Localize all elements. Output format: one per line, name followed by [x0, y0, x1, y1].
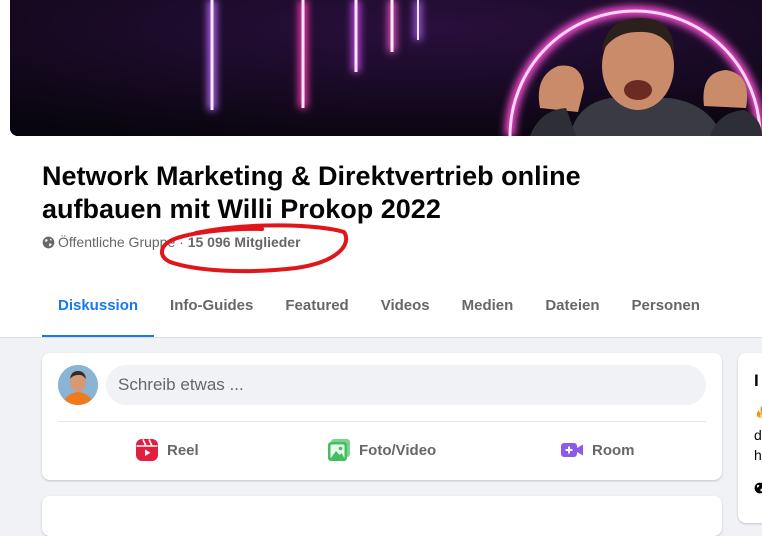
tab-personen[interactable]: Personen [616, 286, 716, 338]
cover-photo[interactable] [10, 0, 762, 136]
about-line: d [754, 427, 762, 443]
reel-icon [135, 438, 159, 462]
room-label: Room [592, 441, 635, 459]
tab-videos[interactable]: Videos [365, 286, 446, 338]
globe-icon [754, 481, 762, 497]
tab-dateien[interactable]: Dateien [529, 286, 615, 338]
fire-icon [754, 405, 762, 424]
about-line: h [754, 447, 762, 463]
tab-featured[interactable]: Featured [269, 286, 364, 338]
post-composer: Schreib etwas ... Reel Foto/Video Room [42, 353, 722, 480]
feed-card [42, 496, 722, 536]
reel-label: Reel [167, 441, 199, 459]
composer-divider [58, 421, 706, 422]
reel-button[interactable]: Reel [135, 433, 199, 467]
room-button[interactable]: Room [560, 433, 635, 467]
photo-video-label: Foto/Video [359, 441, 437, 459]
about-title: I [754, 371, 759, 390]
photo-video-icon [327, 438, 351, 462]
avatar[interactable] [58, 365, 98, 405]
group-header: Network Marketing & Direktvertrieb onlin… [0, 0, 762, 338]
meta-separator: · [175, 234, 188, 250]
group-privacy[interactable]: Öffentliche Gruppe [58, 234, 175, 250]
about-card: I d h [738, 353, 762, 523]
photo-video-button[interactable]: Foto/Video [327, 433, 436, 467]
group-member-count[interactable]: 15 096 Mitglieder [188, 234, 301, 250]
group-meta: Öffentliche Gruppe · 15 096 Mitglieder [42, 234, 301, 252]
group-tabs: Diskussion Info-Guides Featured Videos M… [42, 286, 716, 338]
globe-icon [42, 236, 55, 252]
tab-diskussion[interactable]: Diskussion [42, 286, 155, 338]
composer-input[interactable]: Schreib etwas ... [106, 365, 706, 405]
tab-info-guides[interactable]: Info-Guides [154, 286, 269, 338]
room-video-icon [560, 438, 584, 462]
group-title[interactable]: Network Marketing & Direktvertrieb onlin… [42, 160, 682, 226]
tab-medien[interactable]: Medien [446, 286, 530, 338]
tabs-divider [0, 337, 762, 338]
